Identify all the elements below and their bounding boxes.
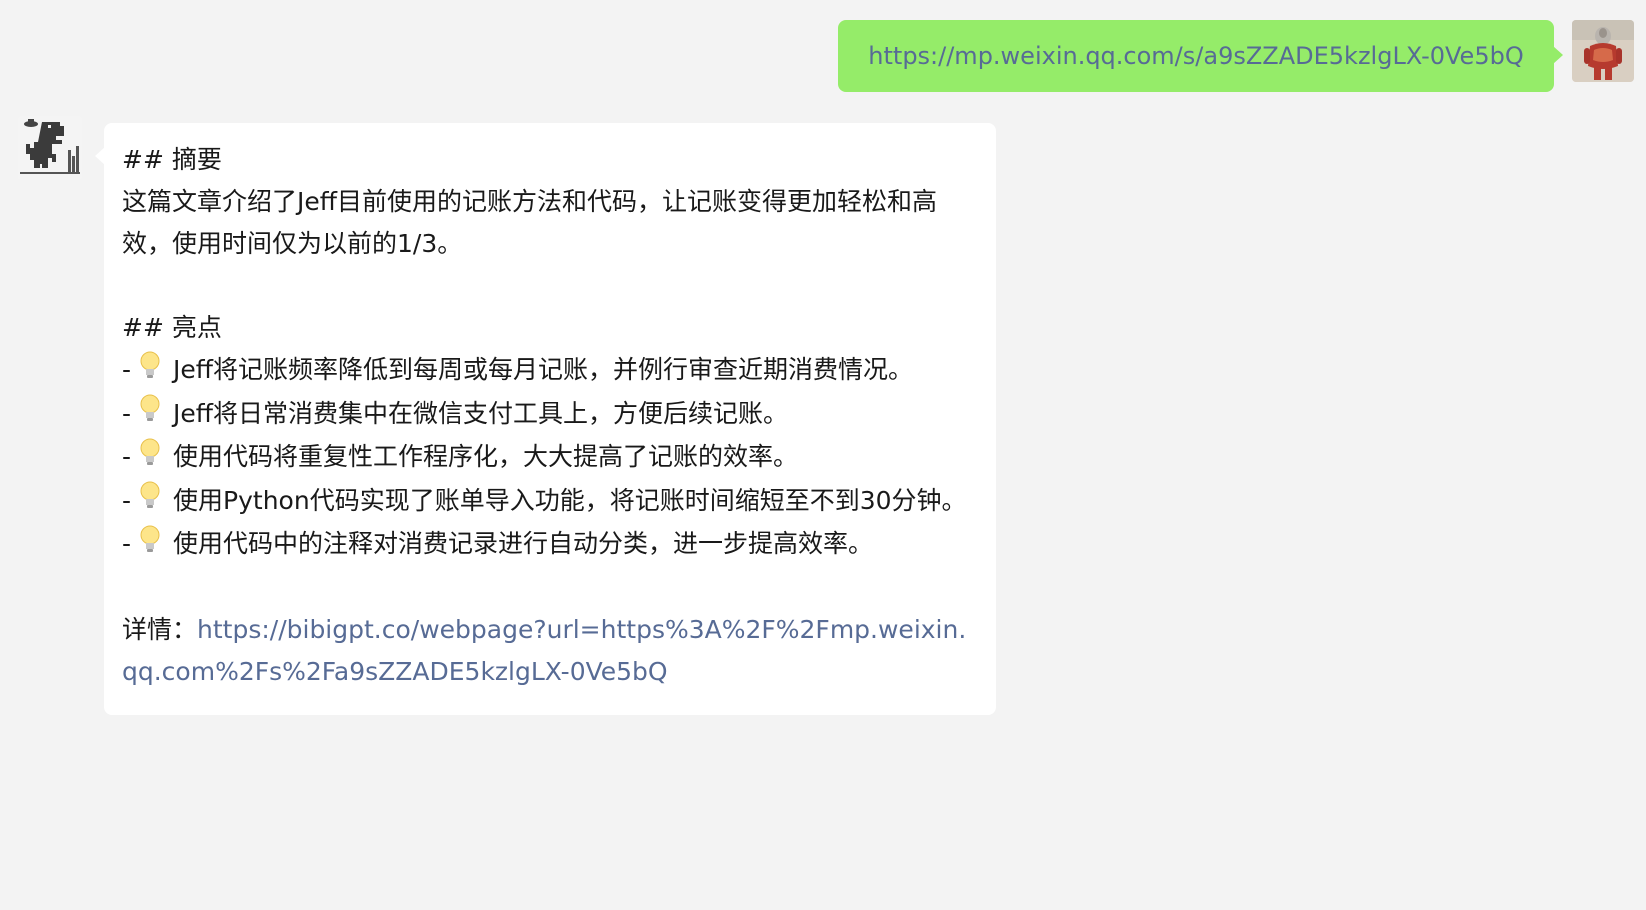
- lightbulb-icon: [137, 524, 165, 567]
- incoming-message: ## 摘要 这篇文章介绍了Jeff目前使用的记账方法和代码，让记账变得更加轻松和…: [95, 123, 996, 715]
- lightbulb-icon: [137, 480, 165, 523]
- highlights-heading: ## 亮点: [122, 313, 222, 342]
- bullet-dash: -: [122, 442, 132, 471]
- highlight-item: - Jeff将记账频率降低到每周或每月记账，并例行审查近期消费情况。: [122, 349, 978, 393]
- lightbulb-icon: [137, 393, 165, 436]
- highlight-item: - 使用代码将重复性工作程序化，大大提高了记账的效率。: [122, 436, 978, 480]
- figure-avatar-icon: [1572, 20, 1634, 82]
- summary-heading: ## 摘要: [122, 145, 222, 174]
- summary-bubble[interactable]: ## 摘要 这篇文章介绍了Jeff目前使用的记账方法和代码，让记账变得更加轻松和…: [95, 123, 996, 715]
- details-link[interactable]: https://bibigpt.co/webpage?url=https%3A%…: [122, 615, 966, 686]
- outgoing-link-bubble[interactable]: https://mp.weixin.qq.com/s/a9sZZADE5kzlg…: [838, 20, 1563, 92]
- outgoing-url-link[interactable]: https://mp.weixin.qq.com/s/a9sZZADE5kzlg…: [868, 42, 1523, 70]
- bullet-dash: -: [122, 485, 132, 515]
- lightbulb-icon: [137, 437, 165, 480]
- highlight-text: Jeff将记账频率降低到每周或每月记账，并例行审查近期消费情况。: [173, 355, 914, 384]
- outgoing-message: https://mp.weixin.qq.com/s/a9sZZADE5kzlg…: [838, 20, 1563, 92]
- highlight-item: - 使用代码中的注释对消费记录进行自动分类，进一步提高效率。: [122, 523, 978, 567]
- bot-avatar[interactable]: [18, 116, 82, 180]
- highlight-text: 使用代码将重复性工作程序化，大大提高了记账的效率。: [173, 442, 799, 471]
- highlight-item: - Jeff将日常消费集中在微信支付工具上，方便后续记账。: [122, 393, 978, 437]
- dinosaur-avatar-icon: [18, 116, 82, 180]
- bullet-dash: -: [122, 398, 132, 428]
- highlight-text: 使用代码中的注释对消费记录进行自动分类，进一步提高效率。: [173, 529, 874, 558]
- bullet-dash: -: [122, 355, 132, 384]
- user-avatar[interactable]: [1572, 20, 1634, 82]
- details-line: 详情：https://bibigpt.co/webpage?url=https%…: [122, 609, 978, 693]
- lightbulb-icon: [137, 350, 165, 393]
- details-label: 详情：: [122, 614, 198, 644]
- highlight-item: - 使用Python代码实现了账单导入功能，将记账时间缩短至不到30分钟。: [122, 480, 978, 524]
- summary-text: 这篇文章介绍了Jeff目前使用的记账方法和代码，让记账变得更加轻松和高效，使用时…: [122, 187, 937, 258]
- chat-window: https://mp.weixin.qq.com/s/a9sZZADE5kzlg…: [0, 0, 1646, 910]
- highlight-text: Jeff将日常消费集中在微信支付工具上，方便后续记账。: [173, 398, 789, 428]
- highlight-text: 使用Python代码实现了账单导入功能，将记账时间缩短至不到30分钟。: [173, 485, 967, 515]
- bullet-dash: -: [122, 529, 132, 558]
